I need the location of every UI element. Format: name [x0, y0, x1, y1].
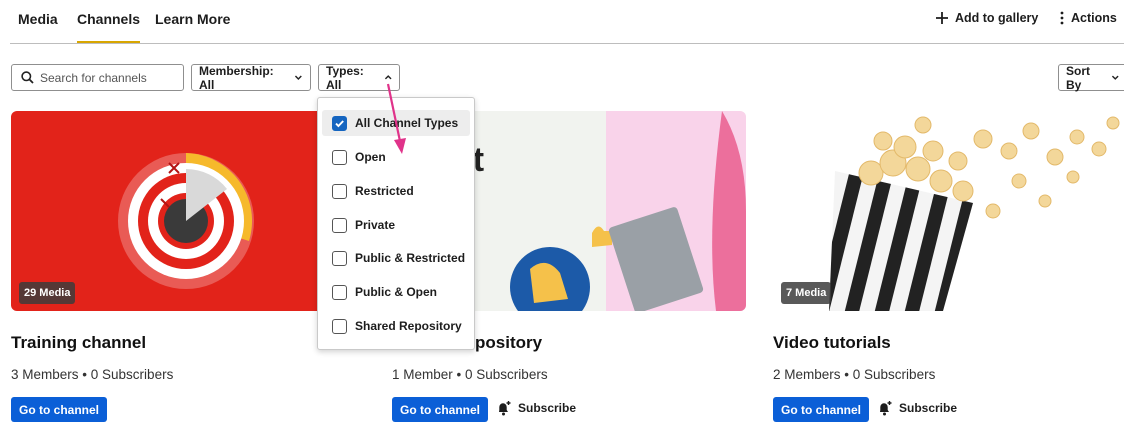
tab-learn-more[interactable]: Learn More	[155, 11, 230, 43]
go-to-channel-button[interactable]: Go to channel	[392, 397, 489, 422]
option-public-open[interactable]: Public & Open	[322, 279, 470, 305]
actions-button[interactable]: Actions	[1059, 11, 1117, 25]
checkbox-icon[interactable]	[332, 318, 347, 334]
option-public-restricted[interactable]: Public & Restricted	[322, 245, 470, 271]
members-count: 3 Members	[11, 367, 79, 382]
separator-dot: •	[456, 367, 466, 382]
tab-media[interactable]: Media	[18, 11, 58, 43]
option-label: Public & Restricted	[355, 251, 466, 265]
search-input[interactable]	[40, 70, 170, 85]
membership-filter-button[interactable]: Membership: All	[191, 63, 311, 92]
search-box[interactable]	[11, 64, 184, 91]
option-private[interactable]: Private	[322, 212, 470, 238]
option-label: Open	[355, 150, 386, 164]
channel-thumbnail-training[interactable]: 29 Media	[11, 111, 331, 311]
actions-label: Actions	[1071, 11, 1117, 25]
top-navigation: Media Channels Learn More Add to gallery…	[0, 0, 1124, 44]
option-label: Restricted	[355, 184, 414, 198]
bell-plus-icon	[499, 401, 511, 416]
option-shared-repository[interactable]: Shared Repository	[322, 313, 470, 339]
checkbox-icon[interactable]	[332, 217, 347, 233]
nav-divider	[10, 43, 1124, 44]
tab-channels[interactable]: Channels	[77, 11, 141, 43]
kebab-icon	[1060, 11, 1064, 25]
types-filter-label: Types: All	[326, 63, 364, 92]
go-to-channel-button[interactable]: Go to channel	[11, 397, 108, 422]
channel-stats: 1 Member • 0 Subscribers	[392, 367, 548, 382]
checkbox-checked-icon[interactable]	[332, 115, 347, 131]
checkbox-icon[interactable]	[332, 284, 347, 300]
members-count: 1 Member	[392, 367, 453, 382]
channel-stats: 3 Members • 0 Subscribers	[11, 367, 173, 382]
subscribe-button[interactable]: Subscribe	[877, 400, 957, 416]
channel-stats: 2 Members • 0 Subscribers	[773, 367, 935, 382]
membership-filter-label: Membership: All	[199, 63, 274, 92]
option-restricted[interactable]: Restricted	[322, 178, 470, 204]
add-to-gallery-button[interactable]: Add to gallery	[935, 11, 1038, 25]
option-label: Public & Open	[355, 285, 438, 299]
media-count-badge: 29 Media	[19, 282, 76, 304]
checkbox-icon[interactable]	[332, 250, 347, 266]
popcorn-illustration	[829, 116, 1120, 311]
subscribers-count: 0 Subscribers	[90, 367, 174, 382]
target-illustration	[118, 153, 254, 289]
go-to-channel-button[interactable]: Go to channel	[773, 397, 870, 422]
subscribers-count: 0 Subscribers	[852, 367, 936, 382]
media-count-badge: 7 Media	[781, 282, 832, 304]
checkbox-icon[interactable]	[332, 149, 347, 165]
search-icon	[21, 71, 34, 84]
subscribe-label: Subscribe	[899, 401, 958, 415]
chevron-down-icon	[1112, 75, 1120, 80]
plus-icon	[936, 12, 948, 24]
channel-title-repository[interactable]: pository	[475, 333, 542, 353]
option-label: Private	[355, 218, 396, 232]
chevron-down-icon	[295, 75, 303, 80]
checkbox-icon[interactable]	[332, 183, 347, 199]
sort-by-button[interactable]: Sort By	[1058, 63, 1124, 92]
sort-by-label: Sort By	[1066, 63, 1090, 92]
subscribers-count: 0 Subscribers	[465, 367, 548, 382]
channel-title-training[interactable]: Training channel	[11, 333, 146, 353]
members-count: 2 Members	[773, 367, 841, 382]
bell-plus-icon	[880, 401, 892, 416]
option-label: Shared Repository	[355, 319, 462, 333]
subscribe-label: Subscribe	[518, 401, 577, 415]
channel-thumbnail-video-tutorials[interactable]: 7 Media	[773, 111, 1124, 311]
channel-title-video-tutorials[interactable]: Video tutorials	[773, 333, 891, 353]
add-to-gallery-label: Add to gallery	[955, 11, 1039, 25]
separator-dot: •	[844, 367, 853, 382]
separator-dot: •	[82, 367, 91, 382]
subscribe-button[interactable]: Subscribe	[496, 400, 576, 416]
annotation-arrow	[386, 83, 406, 154]
